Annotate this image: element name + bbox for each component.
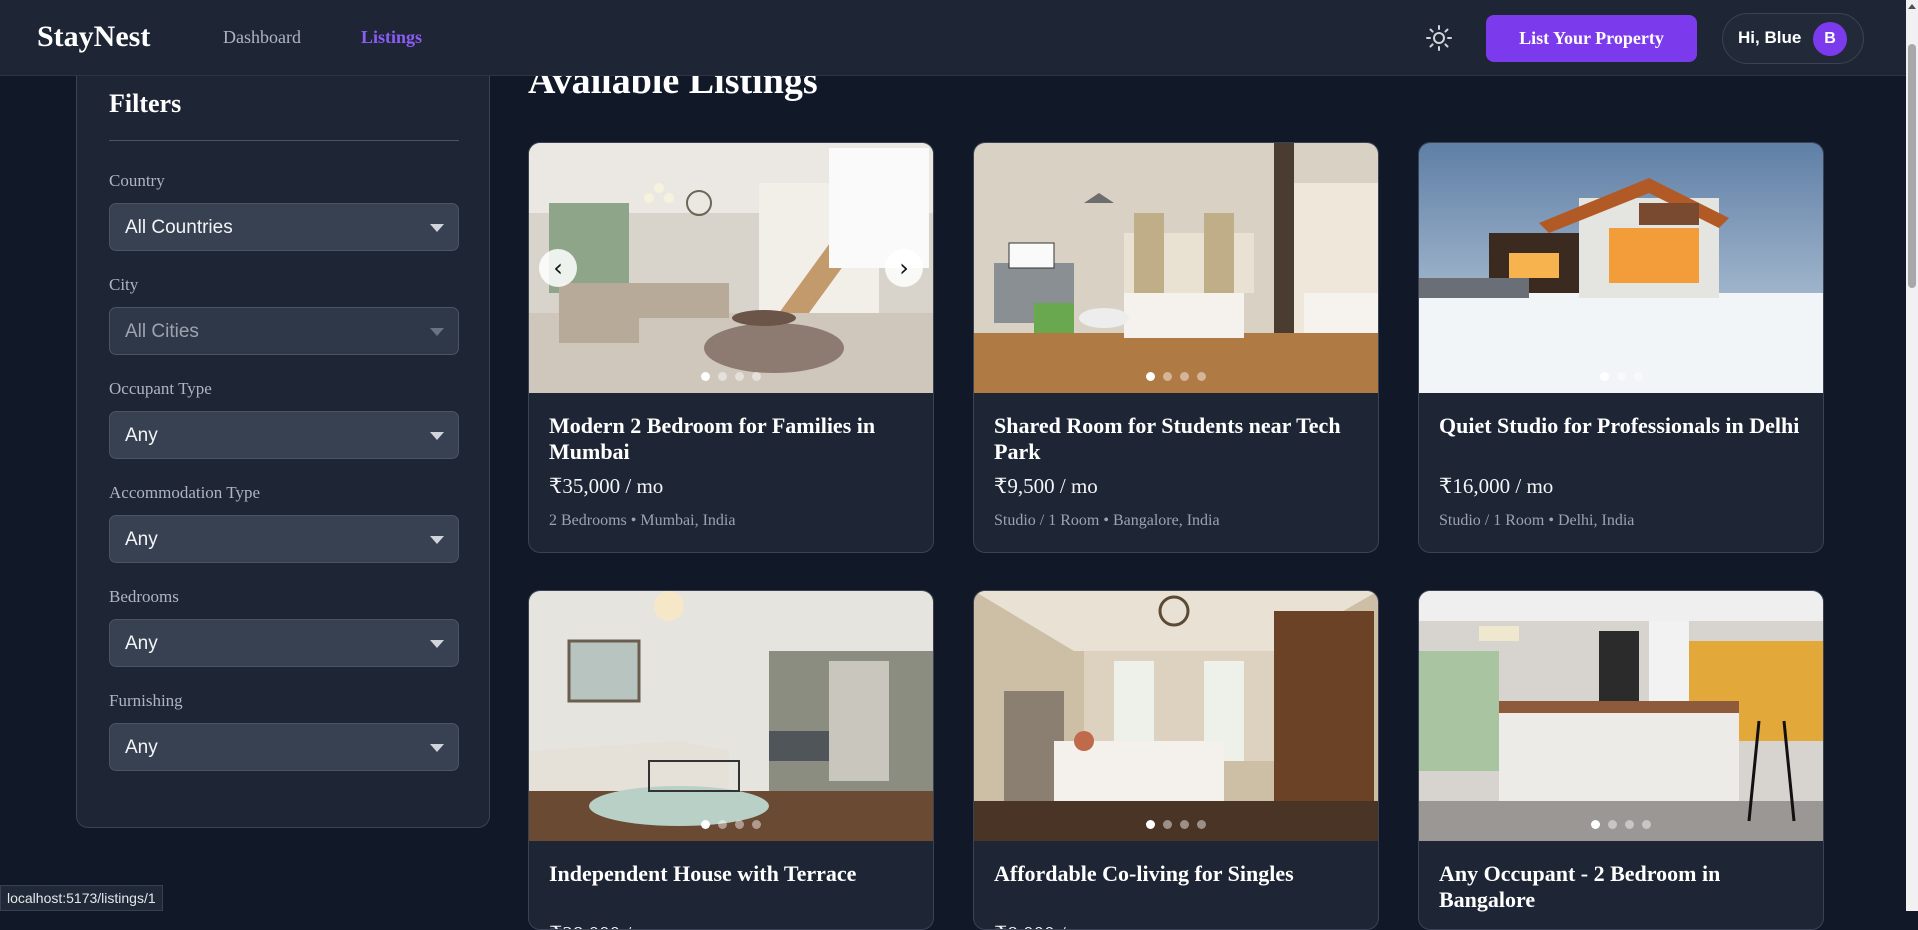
carousel-dot[interactable] bbox=[752, 820, 761, 829]
occupant-type-label: Occupant Type bbox=[109, 379, 212, 398]
occupant-type-select-value: Any bbox=[125, 425, 158, 446]
carousel-dot[interactable] bbox=[735, 820, 744, 829]
furnishing-select[interactable]: Any bbox=[109, 723, 459, 771]
carousel-dot[interactable] bbox=[1180, 820, 1189, 829]
accommodation-type-label: Accommodation Type bbox=[109, 483, 260, 502]
city-select[interactable]: All Cities bbox=[109, 307, 459, 355]
nav-link-dashboard[interactable]: Dashboard bbox=[223, 27, 301, 48]
listing-card[interactable]: Any Occupant - 2 Bedroom in Bangalore bbox=[1418, 590, 1824, 930]
listing-price: ₹9,500 / mo bbox=[994, 474, 1098, 498]
chevron-down-icon bbox=[430, 224, 444, 232]
carousel-dot[interactable] bbox=[718, 820, 727, 829]
nav-link-listings[interactable]: Listings bbox=[361, 27, 422, 48]
listing-photo bbox=[974, 143, 1378, 393]
listing-meta: Studio / 1 Room • Bangalore, India bbox=[994, 512, 1220, 529]
furnishing-select-value: Any bbox=[125, 737, 158, 758]
country-label: Country bbox=[109, 171, 165, 190]
carousel-dot[interactable] bbox=[1146, 820, 1155, 829]
user-greeting: Hi, Blue bbox=[1738, 28, 1802, 47]
accommodation-type-select-value: Any bbox=[125, 529, 158, 550]
brand-logo[interactable]: StayNest bbox=[37, 20, 150, 54]
listing-card[interactable]: Independent House with Terrace ₹28,000 /… bbox=[528, 590, 934, 930]
carousel-dot[interactable] bbox=[1608, 820, 1617, 829]
carousel-dots bbox=[529, 820, 933, 829]
carousel-dot[interactable] bbox=[1197, 820, 1206, 829]
carousel-dot[interactable] bbox=[752, 372, 761, 381]
carousel-dots bbox=[1419, 372, 1823, 381]
listing-photo bbox=[1419, 591, 1823, 841]
city-select-value: All Cities bbox=[125, 321, 199, 342]
carousel-dots bbox=[974, 820, 1378, 829]
listing-title[interactable]: Shared Room for Students near Tech Park bbox=[994, 413, 1360, 465]
carousel-dot[interactable] bbox=[701, 820, 710, 829]
bedrooms-select-value: Any bbox=[125, 633, 158, 654]
chevron-down-icon bbox=[430, 640, 444, 648]
carousel-dot[interactable] bbox=[1599, 372, 1609, 381]
listing-title[interactable]: Independent House with Terrace bbox=[549, 861, 915, 887]
list-your-property-button[interactable]: List Your Property bbox=[1486, 15, 1697, 62]
occupant-type-select[interactable]: Any bbox=[109, 411, 459, 459]
carousel-dots bbox=[1419, 820, 1823, 829]
country-select-value: All Countries bbox=[125, 217, 233, 238]
carousel-dot[interactable] bbox=[701, 372, 710, 381]
listing-meta: Studio / 1 Room • Delhi, India bbox=[1439, 512, 1635, 529]
scroll-up-arrow-icon[interactable] bbox=[1908, 4, 1916, 9]
listing-card[interactable]: Shared Room for Students near Tech Park … bbox=[973, 142, 1379, 553]
carousel-dot[interactable] bbox=[735, 372, 744, 381]
avatar: B bbox=[1813, 22, 1847, 56]
listing-title[interactable]: Any Occupant - 2 Bedroom in Bangalore bbox=[1439, 861, 1805, 913]
carousel-dot[interactable] bbox=[1163, 820, 1172, 829]
listing-price: ₹8,000 / mo bbox=[994, 922, 1098, 929]
listing-title[interactable]: Affordable Co-living for Singles bbox=[994, 861, 1360, 887]
carousel-dot[interactable] bbox=[1616, 372, 1626, 381]
listing-photo bbox=[1419, 143, 1823, 393]
filters-title: Filters bbox=[109, 89, 182, 118]
listing-photo bbox=[529, 591, 933, 841]
carousel-dot[interactable] bbox=[1633, 372, 1643, 381]
status-bar-url: localhost:5173/listings/1 bbox=[0, 885, 163, 911]
country-select[interactable]: All Countries bbox=[109, 203, 459, 251]
carousel-dots bbox=[529, 372, 933, 381]
sun-icon[interactable] bbox=[1425, 24, 1453, 52]
listing-card[interactable]: Quiet Studio for Professionals in Delhi … bbox=[1418, 142, 1824, 553]
carousel-prev-button[interactable]: ‹ bbox=[539, 249, 577, 287]
city-label: City bbox=[109, 275, 139, 294]
carousel-next-button[interactable]: › bbox=[885, 249, 923, 287]
listing-title[interactable]: Quiet Studio for Professionals in Delhi bbox=[1439, 413, 1805, 439]
carousel-dot[interactable] bbox=[718, 372, 727, 381]
carousel-dot[interactable] bbox=[1591, 820, 1600, 829]
carousel-dot[interactable] bbox=[1180, 372, 1189, 381]
chevron-down-icon bbox=[430, 536, 444, 544]
listing-card[interactable]: Affordable Co-living for Singles ₹8,000 … bbox=[973, 590, 1379, 930]
top-navbar: StayNest Dashboard Listings List Your Pr… bbox=[0, 0, 1906, 76]
carousel-dot[interactable] bbox=[1197, 372, 1206, 381]
filters-divider bbox=[109, 140, 459, 141]
scrollbar-thumb[interactable] bbox=[1908, 44, 1916, 288]
chevron-down-icon bbox=[430, 744, 444, 752]
listing-photo bbox=[974, 591, 1378, 841]
carousel-dot[interactable] bbox=[1163, 372, 1172, 381]
listing-meta: 2 Bedrooms • Mumbai, India bbox=[549, 512, 736, 529]
filters-panel: Filters Country All Countries City All C… bbox=[76, 40, 490, 828]
chevron-down-icon bbox=[430, 432, 444, 440]
carousel-dot[interactable] bbox=[1642, 820, 1651, 829]
bedrooms-label: Bedrooms bbox=[109, 587, 179, 606]
carousel-dot[interactable] bbox=[1146, 372, 1155, 381]
listing-card[interactable]: ‹ › Modern 2 Bedroom for Families in Mum… bbox=[528, 142, 934, 553]
listing-price: ₹16,000 / mo bbox=[1439, 474, 1554, 498]
chevron-down-icon bbox=[430, 328, 444, 336]
carousel-dots bbox=[974, 372, 1378, 381]
bedrooms-select[interactable]: Any bbox=[109, 619, 459, 667]
listing-title[interactable]: Modern 2 Bedroom for Families in Mumbai bbox=[549, 413, 915, 465]
listing-price: ₹35,000 / mo bbox=[549, 474, 664, 498]
carousel-dot[interactable] bbox=[1625, 820, 1634, 829]
user-menu[interactable]: Hi, Blue B bbox=[1722, 13, 1864, 64]
furnishing-label: Furnishing bbox=[109, 691, 183, 710]
listing-price: ₹28,000 / mo bbox=[549, 922, 663, 929]
accommodation-type-select[interactable]: Any bbox=[109, 515, 459, 563]
listing-photo: ‹ › bbox=[529, 143, 933, 393]
